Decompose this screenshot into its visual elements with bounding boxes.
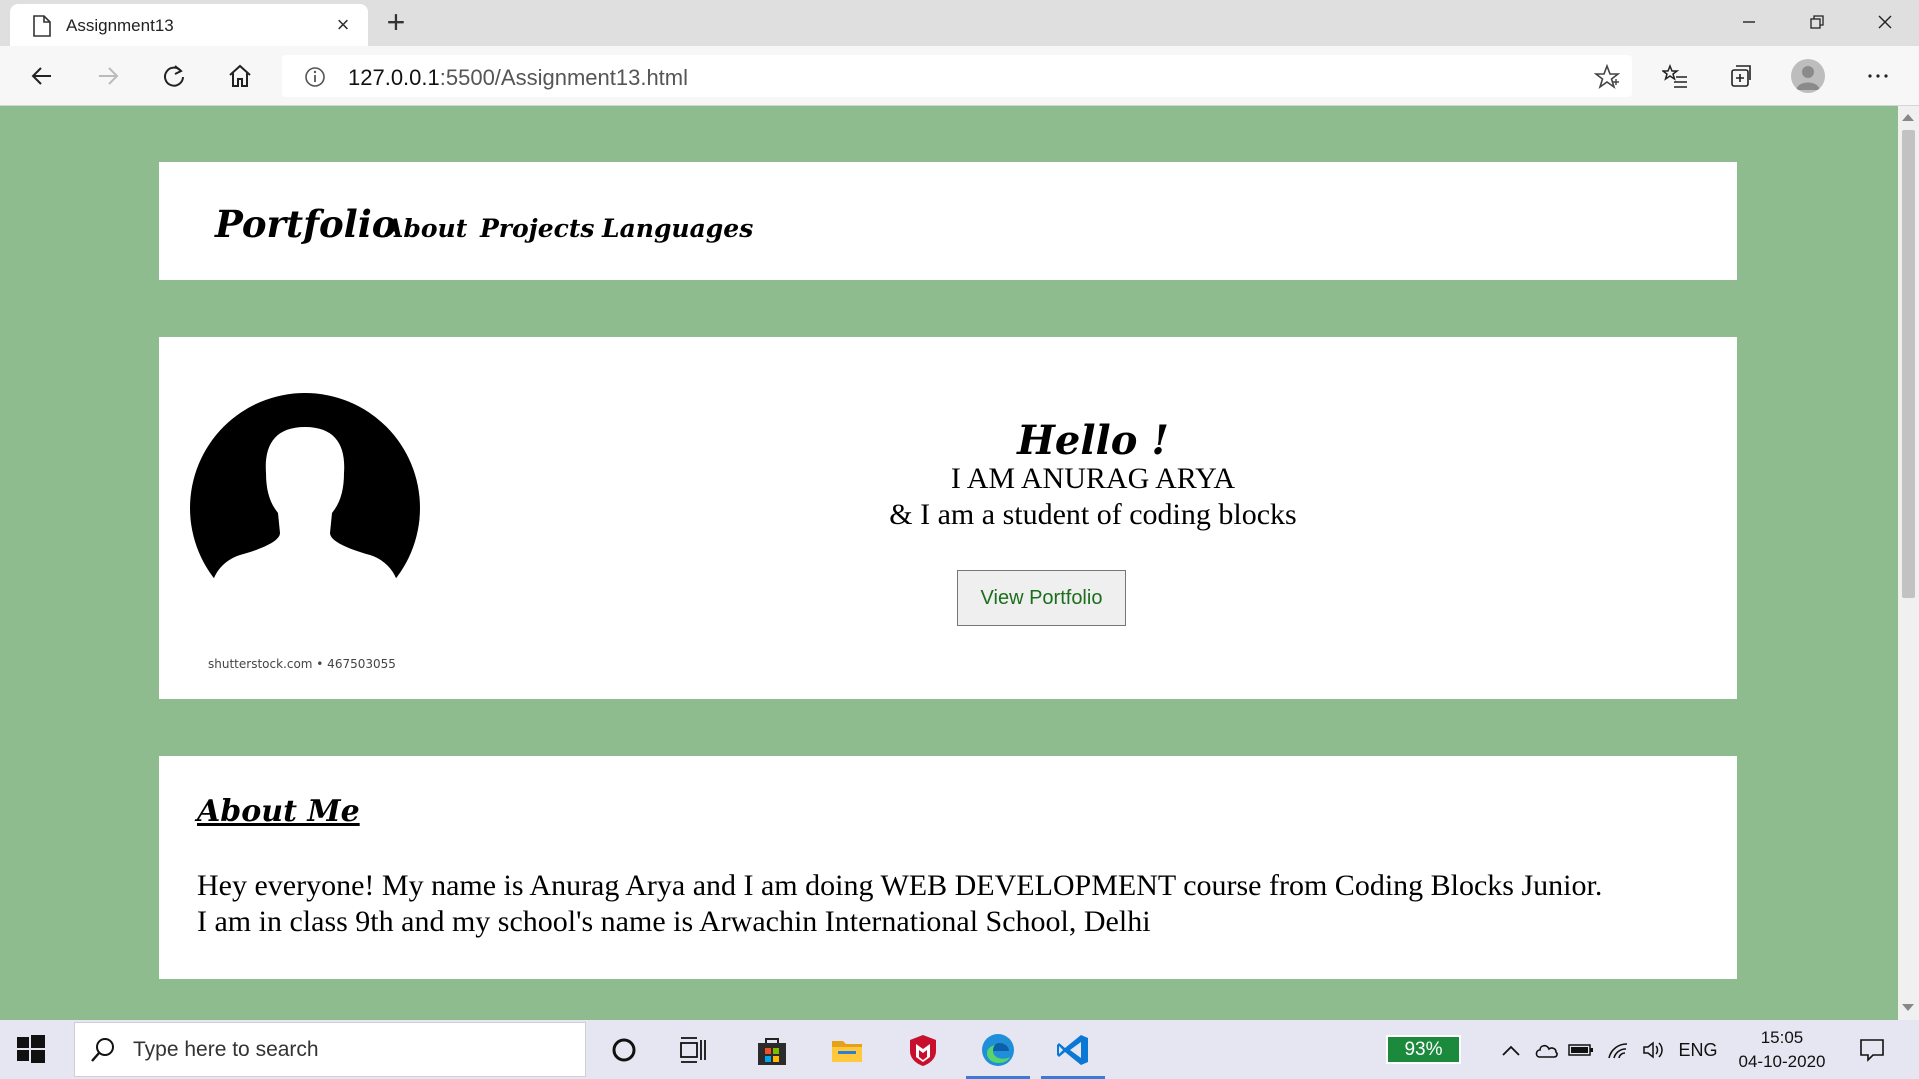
windows-start-icon[interactable] xyxy=(16,1034,46,1064)
battery-percentage[interactable]: 93% xyxy=(1386,1035,1461,1064)
clock-date: 04-10-2020 xyxy=(1738,1052,1826,1071)
hero-name-line: I AM ANURAG ARYA xyxy=(950,462,1236,495)
more-options-icon[interactable] xyxy=(1860,58,1896,94)
vscode-icon[interactable] xyxy=(1041,1024,1105,1079)
store-icon[interactable] xyxy=(740,1024,804,1075)
nav-link-about[interactable]: About xyxy=(384,214,467,243)
minimize-icon[interactable] xyxy=(1715,0,1783,44)
search-placeholder: Type here to search xyxy=(133,1038,319,1061)
windows-taskbar: Type here to search 93% ENG 15:05 04-10-… xyxy=(0,1020,1919,1079)
document-icon xyxy=(33,15,51,37)
volume-icon[interactable] xyxy=(1639,1035,1669,1065)
about-line-2: I am in class 9th and my school's name i… xyxy=(197,905,1151,938)
navbar-card: Portfolio About Projects Languages xyxy=(159,162,1737,280)
hero-greeting: Hello ! xyxy=(1017,417,1169,464)
scroll-thumb[interactable] xyxy=(1902,130,1915,598)
restore-icon[interactable] xyxy=(1783,0,1851,44)
cortana-icon[interactable] xyxy=(592,1024,656,1075)
task-view-icon[interactable] xyxy=(662,1024,726,1075)
wifi-icon[interactable] xyxy=(1603,1035,1633,1065)
browser-tab-strip: Assignment13 × + xyxy=(0,0,1919,46)
scroll-down-icon[interactable] xyxy=(1902,1004,1914,1011)
image-caption: shutterstock.com • 467503055 xyxy=(208,657,396,671)
language-indicator[interactable]: ENG xyxy=(1676,1035,1720,1065)
about-line-1: Hey everyone! My name is Anurag Arya and… xyxy=(197,869,1603,902)
page-viewport: Portfolio About Projects Languages shutt… xyxy=(0,106,1898,1020)
chevron-up-icon[interactable] xyxy=(1496,1035,1526,1065)
taskbar-clock[interactable]: 15:05 04-10-2020 xyxy=(1734,1026,1830,1074)
hero-card: shutterstock.com • 467503055 Hello ! I A… xyxy=(159,337,1737,699)
url-text[interactable]: 127.0.0.1:5500/Assignment13.html xyxy=(348,65,688,91)
favorites-list-icon[interactable] xyxy=(1657,58,1693,94)
favorite-star-icon[interactable] xyxy=(1594,64,1620,90)
collections-icon[interactable] xyxy=(1723,58,1759,94)
brand-logo[interactable]: Portfolio xyxy=(215,202,396,246)
browser-toolbar: 127.0.0.1:5500/Assignment13.html xyxy=(0,46,1919,106)
about-card: About Me Hey everyone! My name is Anurag… xyxy=(159,756,1737,979)
nav-link-languages[interactable]: Languages xyxy=(602,214,753,243)
close-tab-icon[interactable]: × xyxy=(332,14,354,36)
file-explorer-icon[interactable] xyxy=(815,1024,879,1075)
hero-subtitle-line: & I am a student of coding blocks xyxy=(889,498,1297,531)
new-tab-icon[interactable]: + xyxy=(380,6,412,38)
clock-time: 15:05 xyxy=(1760,1028,1804,1047)
close-window-icon[interactable] xyxy=(1851,0,1919,44)
search-icon xyxy=(91,1038,114,1062)
view-portfolio-button[interactable]: View Portfolio xyxy=(957,570,1126,626)
notifications-icon[interactable] xyxy=(1854,1035,1890,1065)
tab-title: Assignment13 xyxy=(66,16,174,35)
browser-tab[interactable]: Assignment13 × xyxy=(10,4,368,46)
nav-link-projects[interactable]: Projects xyxy=(480,214,594,243)
taskbar-search-box[interactable]: Type here to search xyxy=(74,1022,586,1077)
refresh-icon[interactable] xyxy=(156,58,192,94)
address-bar[interactable]: 127.0.0.1:5500/Assignment13.html xyxy=(282,55,1632,97)
edge-browser-icon[interactable] xyxy=(966,1024,1030,1079)
onedrive-cloud-icon[interactable] xyxy=(1531,1035,1561,1065)
about-paragraph: Hey everyone! My name is Anurag Arya and… xyxy=(197,868,1697,940)
profile-avatar-icon[interactable] xyxy=(1791,59,1825,93)
info-icon[interactable] xyxy=(304,66,326,88)
mcafee-icon[interactable] xyxy=(891,1024,955,1075)
battery-icon[interactable] xyxy=(1566,1035,1596,1065)
home-icon[interactable] xyxy=(222,58,258,94)
back-icon[interactable] xyxy=(24,58,60,94)
forward-icon[interactable] xyxy=(90,58,126,94)
about-heading: About Me xyxy=(197,794,360,829)
scroll-up-icon[interactable] xyxy=(1902,114,1914,121)
page-scrollbar[interactable] xyxy=(1898,106,1919,1020)
